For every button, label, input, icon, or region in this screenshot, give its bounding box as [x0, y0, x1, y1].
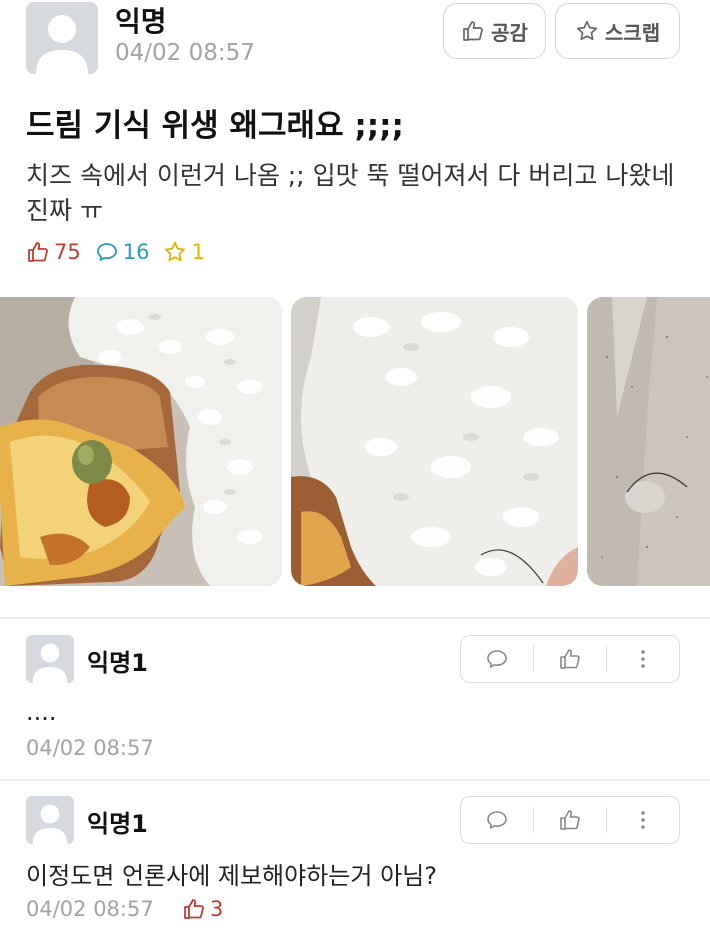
avatar — [26, 796, 74, 844]
thumbs-up-icon — [463, 21, 483, 41]
default-avatar-icon — [26, 2, 98, 74]
comment-actions — [460, 796, 680, 844]
rice-with-hair-photo[interactable] — [291, 297, 578, 586]
comment-author: 익명1 — [87, 810, 148, 838]
scrap-button-label: 스크랩 — [604, 20, 661, 45]
tray-with-hair-photo[interactable] — [587, 297, 710, 586]
thumbs-up-icon — [560, 649, 580, 669]
pizza-toast-and-rice-photo[interactable] — [0, 297, 282, 586]
scrap-button[interactable]: 스크랩 — [555, 3, 680, 59]
more-vertical-icon — [641, 811, 645, 829]
comment-like-button[interactable] — [534, 636, 606, 682]
reply-button[interactable] — [461, 797, 533, 843]
post-title: 드림 기식 위생 왜그래요 ;;;; — [26, 108, 404, 144]
divider — [0, 779, 710, 781]
comment-actions — [460, 635, 680, 683]
thumbs-up-icon — [28, 242, 48, 262]
avatar — [26, 635, 74, 683]
more-vertical-icon — [641, 650, 645, 668]
post-page: 익명 04/02 08:57 공감 스크랩 드림 기식 위생 왜그래요 ;;;;… — [0, 0, 710, 933]
avatar — [26, 2, 98, 74]
thumbs-up-icon — [184, 899, 204, 919]
post-body: 치즈 속에서 이런거 나옴 ;; 입맛 뚝 떨어져서 다 버리고 나왔네 진짜 … — [26, 161, 675, 225]
comment-like-button[interactable] — [534, 797, 606, 843]
tray-image — [587, 297, 710, 586]
default-avatar-icon — [26, 796, 74, 844]
comment-item: 익명1 이정도면 언론사에 제보해야하는거 아님? 04/02 08:57 3 — [0, 796, 710, 933]
comment-author: 익명1 — [87, 649, 148, 677]
thumbs-up-icon — [560, 810, 580, 830]
comment-like-count-value: 3 — [210, 897, 224, 921]
scrap-count: 1 — [163, 240, 205, 264]
like-button[interactable]: 공감 — [443, 3, 546, 59]
post-stats: 75 16 1 — [26, 240, 205, 264]
comment-time: 04/02 08:57 — [26, 736, 154, 760]
reply-button[interactable] — [461, 636, 533, 682]
comment-text: 이정도면 언론사에 제보해야하는거 아님? — [26, 862, 437, 890]
more-options-button[interactable] — [607, 636, 679, 682]
rice-image — [291, 297, 578, 586]
image-gallery[interactable] — [0, 297, 710, 586]
more-options-button[interactable] — [607, 797, 679, 843]
speech-bubble-icon — [487, 650, 507, 668]
post-author: 익명 — [115, 5, 167, 38]
speech-bubble-icon — [487, 811, 507, 829]
star-icon — [576, 20, 597, 41]
comment-like-count: 3 — [182, 897, 223, 921]
post-time: 04/02 08:57 — [115, 40, 255, 66]
comment-time: 04/02 08:57 — [26, 897, 154, 921]
comment-count: 16 — [95, 240, 150, 264]
scrap-count-value: 1 — [191, 240, 205, 264]
speech-bubble-icon — [96, 243, 117, 261]
comment-count-value: 16 — [122, 240, 150, 264]
pizza-toast-image — [0, 297, 282, 586]
comment-item: 익명1 .... 04/02 08:57 — [0, 635, 710, 775]
comment-text: .... — [26, 698, 57, 726]
divider — [0, 617, 710, 619]
post-header: 익명 04/02 08:57 공감 스크랩 — [0, 0, 710, 85]
like-count: 75 — [26, 240, 81, 264]
star-icon — [165, 241, 186, 262]
like-count-value: 75 — [54, 240, 81, 264]
default-avatar-icon — [26, 635, 74, 683]
like-button-label: 공감 — [491, 20, 528, 45]
